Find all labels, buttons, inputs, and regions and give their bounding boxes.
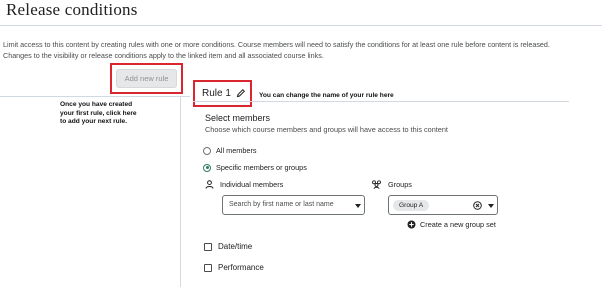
intro-line-2: Changes to the visibility or release con… [3, 51, 324, 60]
left-panel-divider [0, 96, 190, 97]
individual-members-select[interactable]: Search by first name or last name [222, 195, 365, 215]
groups-text: Groups [388, 180, 412, 189]
rule-name-highlight: Rule 1 [193, 80, 252, 107]
add-new-rule-button[interactable]: Add new rule [116, 69, 177, 88]
rule-name-annotation: You can change the name of your rule her… [259, 92, 394, 99]
checkbox[interactable] [204, 263, 212, 272]
condition-date-time[interactable]: Date/time [204, 242, 252, 251]
group-icon [372, 180, 381, 189]
rule-divider [193, 101, 569, 102]
radio-all-members[interactable]: All members [203, 146, 257, 155]
create-group-set-link[interactable]: Create a new group set [407, 220, 496, 229]
add-rule-highlight: Add new rule [110, 63, 183, 94]
radio-checked-icon[interactable] [203, 163, 211, 172]
create-group-set-label: Create a new group set [420, 220, 496, 229]
chevron-down-icon[interactable] [355, 204, 361, 208]
add-circle-icon [407, 220, 416, 229]
radio-label: Specific members or groups [216, 163, 307, 172]
radio-unchecked-icon[interactable] [203, 146, 211, 155]
checkbox[interactable] [204, 242, 212, 251]
condition-performance[interactable]: Performance [204, 263, 264, 272]
radio-specific-members[interactable]: Specific members or groups [203, 163, 307, 172]
add-rule-annotation: Once you have created your first rule, c… [60, 101, 137, 126]
pencil-icon[interactable] [236, 88, 246, 98]
page-title: Release conditions [6, 0, 138, 19]
individual-members-label: Individual members [205, 180, 283, 189]
title-divider [0, 25, 602, 26]
intro-line-1: Limit access to this content by creating… [3, 40, 550, 49]
person-icon [205, 180, 214, 189]
groups-select[interactable]: Group A [388, 195, 498, 215]
radio-label: All members [216, 146, 257, 155]
individual-members-text: Individual members [220, 180, 284, 189]
condition-label: Date/time [218, 242, 253, 251]
intro-text: Limit access to this content by creating… [3, 39, 601, 61]
individual-search-placeholder: Search by first name or last name [229, 201, 334, 208]
groups-label: Groups [371, 180, 412, 189]
select-members-title: Select members [205, 113, 271, 123]
clear-icon[interactable] [473, 201, 482, 210]
condition-label: Performance [218, 263, 264, 272]
group-chip: Group A [393, 200, 430, 211]
vertical-divider [180, 96, 181, 287]
chevron-down-icon[interactable] [488, 204, 494, 208]
rule-name: Rule 1 [202, 88, 231, 99]
select-members-subtitle: Choose which course members and groups w… [205, 125, 448, 134]
